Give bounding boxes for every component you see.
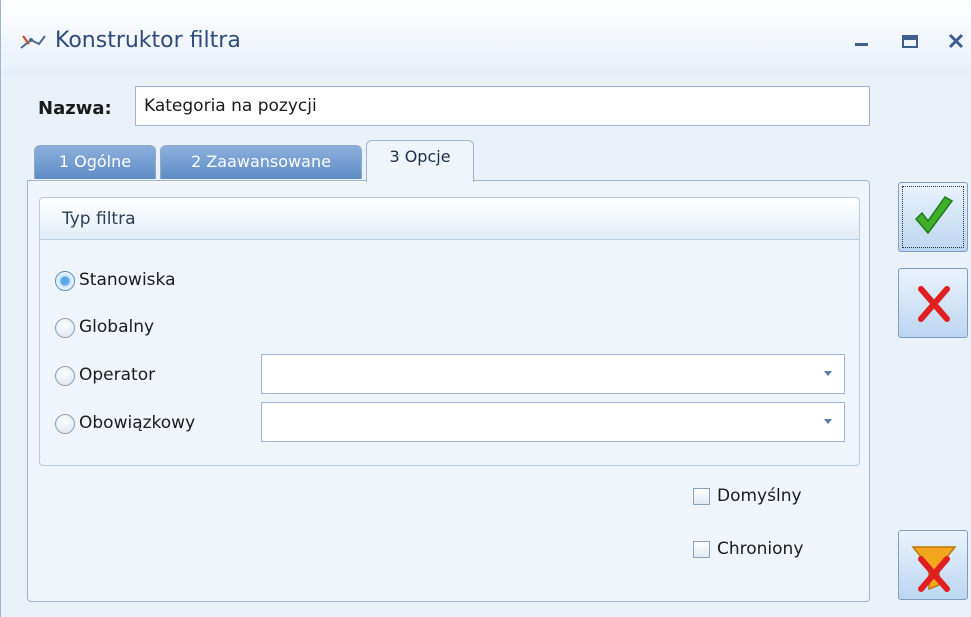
tab-advanced[interactable]: 2 Zaawansowane	[160, 145, 362, 179]
protected-checkbox[interactable]	[693, 541, 710, 558]
name-label: Nazwa:	[38, 98, 112, 119]
default-checkbox-label: Domyślny	[717, 486, 802, 506]
cancel-button[interactable]	[898, 268, 968, 338]
radio-label-globalny: Globalny	[79, 317, 155, 337]
funnel-clear-icon	[911, 546, 957, 592]
title-bar: Konstruktor filtra	[1, 0, 971, 78]
chevron-down-icon[interactable]	[824, 371, 832, 376]
filter-builder-icon	[19, 30, 47, 54]
red-x-icon	[918, 286, 950, 322]
filter-constructor-window: Konstruktor filtra Nazwa: 1 Ogólne 2 Zaa…	[0, 0, 971, 617]
group-title: Typ filtra	[62, 209, 136, 229]
radio-label-operator: Operator	[79, 365, 156, 385]
operator-dropdown[interactable]	[261, 354, 845, 394]
name-input[interactable]	[135, 86, 870, 126]
radio-obowiazkowy[interactable]	[55, 414, 75, 434]
close-icon[interactable]	[939, 24, 971, 58]
minimize-icon[interactable]	[845, 24, 879, 58]
radio-stanowiska[interactable]	[55, 271, 75, 291]
default-checkbox[interactable]	[693, 488, 710, 505]
protected-checkbox-label: Chroniony	[717, 539, 804, 559]
maximize-icon[interactable]	[893, 24, 927, 58]
chevron-down-icon[interactable]	[824, 419, 832, 424]
radio-label-stanowiska: Stanowiska	[79, 270, 176, 290]
radio-globalny[interactable]	[55, 318, 75, 338]
tab-general[interactable]: 1 Ogólne	[34, 145, 156, 179]
radio-label-obowiazkowy: Obowiązkowy	[79, 413, 196, 433]
obligatory-dropdown[interactable]	[261, 402, 845, 442]
tab-options[interactable]: 3 Opcje	[366, 140, 474, 182]
radio-operator[interactable]	[55, 366, 75, 386]
checkmark-icon	[914, 196, 954, 235]
ok-button[interactable]	[898, 182, 968, 252]
clear-filter-button[interactable]	[898, 530, 968, 600]
group-header: Typ filtra	[40, 198, 859, 240]
window-title: Konstruktor filtra	[55, 28, 241, 53]
